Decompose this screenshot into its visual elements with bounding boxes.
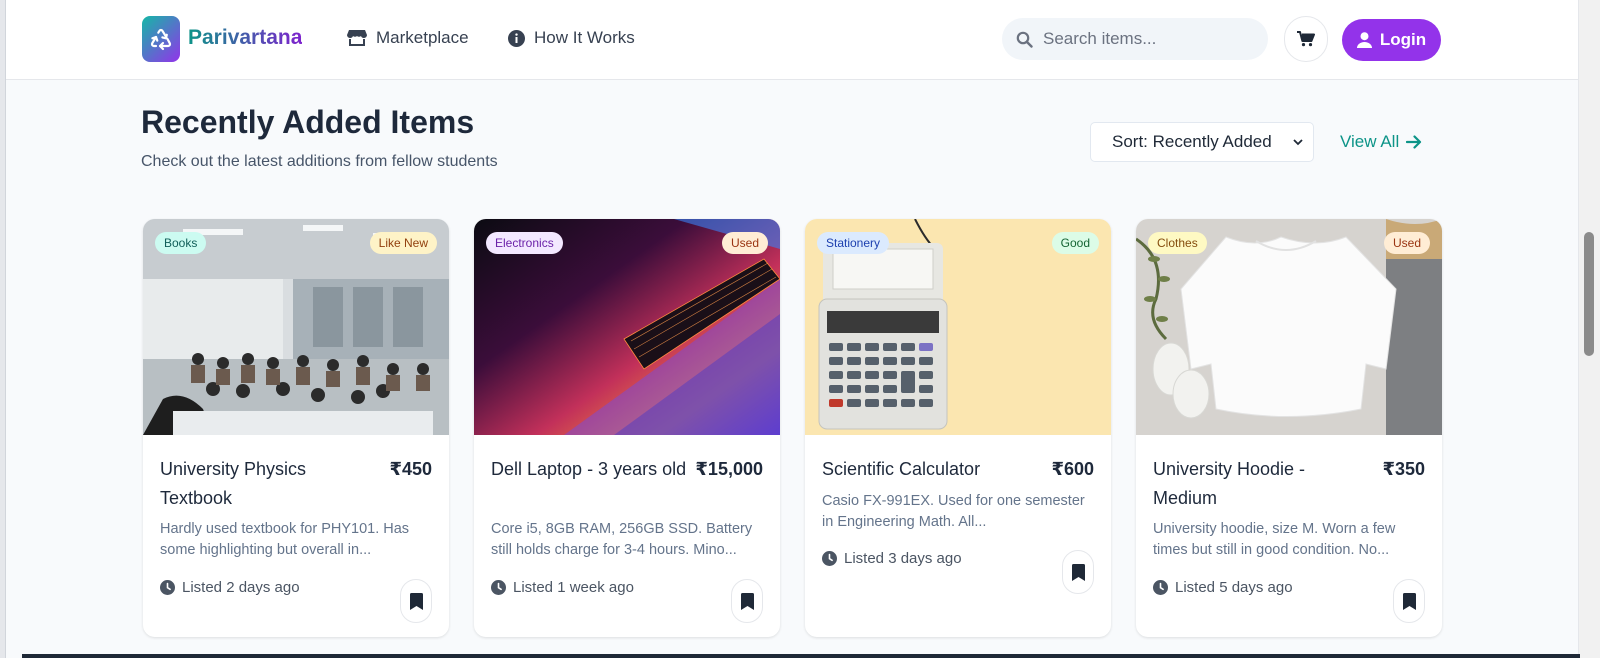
bookmark-button[interactable] bbox=[1062, 550, 1094, 594]
item-price: ₹350 bbox=[1382, 459, 1425, 479]
brand-name[interactable]: Parivartana bbox=[188, 26, 302, 50]
search-icon bbox=[1016, 31, 1033, 48]
item-card[interactable]: Clothes Used University Hoodie - Medium … bbox=[1136, 219, 1442, 637]
search-bar[interactable] bbox=[1002, 18, 1268, 60]
section-title: Recently Added Items bbox=[141, 104, 475, 140]
item-price: ₹15,000 bbox=[695, 459, 763, 479]
clock-icon bbox=[491, 580, 506, 595]
item-card[interactable]: Electronics Used Dell Laptop - 3 years o… bbox=[474, 219, 780, 637]
category-badge: Clothes bbox=[1148, 232, 1207, 254]
item-description: Hardly used textbook for PHY101. Has som… bbox=[160, 521, 410, 558]
recycle-logo-icon[interactable] bbox=[142, 16, 180, 62]
clock-icon bbox=[160, 580, 175, 595]
condition-badge: Like New bbox=[369, 232, 437, 254]
bookmark-button[interactable] bbox=[1393, 579, 1425, 623]
listed-text: Listed 5 days ago bbox=[1175, 579, 1293, 596]
condition-badge: Good bbox=[1051, 232, 1099, 254]
login-button[interactable]: Login bbox=[1342, 19, 1441, 61]
item-title[interactable]: University Physics Textbook bbox=[160, 455, 370, 513]
sort-value: Sort: Recently Added bbox=[1112, 132, 1272, 151]
bookmark-icon bbox=[409, 592, 423, 610]
category-badge: Stationery bbox=[817, 232, 890, 254]
bookmark-icon bbox=[740, 592, 754, 610]
login-label: Login bbox=[1379, 30, 1427, 49]
nav-link-how-it-works[interactable]: How It Works bbox=[508, 28, 635, 48]
condition-badge: Used bbox=[1383, 232, 1430, 254]
listed-time: Listed 2 days ago bbox=[160, 579, 300, 596]
sort-select[interactable]: Sort: Recently Added bbox=[1090, 122, 1314, 162]
listed-time: Listed 1 week ago bbox=[491, 579, 634, 596]
listed-text: Listed 2 days ago bbox=[182, 579, 300, 596]
item-card[interactable]: Books Like New University Physics Textbo… bbox=[143, 219, 449, 637]
view-all-label: View All bbox=[1340, 132, 1400, 151]
window-left-edge bbox=[0, 0, 6, 658]
bookmark-icon bbox=[1071, 563, 1085, 581]
category-badge: Books bbox=[155, 232, 207, 254]
listed-time: Listed 3 days ago bbox=[822, 550, 962, 567]
store-icon bbox=[347, 30, 367, 46]
item-description: Casio FX-991EX. Used for one semester in… bbox=[822, 493, 1085, 530]
item-title[interactable]: Dell Laptop - 3 years old bbox=[491, 455, 701, 484]
cart-icon bbox=[1297, 31, 1315, 47]
item-title[interactable]: Scientific Calculator bbox=[822, 455, 1032, 484]
clock-icon bbox=[1153, 580, 1168, 595]
listed-text: Listed 3 days ago bbox=[844, 550, 962, 567]
info-icon bbox=[508, 29, 525, 47]
listed-time: Listed 5 days ago bbox=[1153, 579, 1293, 596]
category-badge: Electronics bbox=[486, 232, 563, 254]
item-card[interactable]: Stationery Good Scientific Calculator ₹6… bbox=[805, 219, 1111, 637]
bookmark-button[interactable] bbox=[400, 579, 432, 623]
item-price: ₹600 bbox=[1051, 459, 1094, 479]
top-navbar: Parivartana Marketplace How It Works Log… bbox=[6, 0, 1578, 80]
listed-text: Listed 1 week ago bbox=[513, 579, 634, 596]
item-description: Core i5, 8GB RAM, 256GB SSD. Battery sti… bbox=[491, 521, 753, 558]
page-scrollbar[interactable] bbox=[1578, 0, 1600, 658]
condition-badge: Used bbox=[721, 232, 768, 254]
nav-link-label: Marketplace bbox=[376, 28, 469, 47]
search-input[interactable] bbox=[1043, 29, 1243, 49]
scrollbar-thumb[interactable] bbox=[1584, 232, 1594, 356]
footer-edge bbox=[22, 654, 1580, 658]
cart-button[interactable] bbox=[1284, 16, 1328, 62]
item-title[interactable]: University Hoodie - Medium bbox=[1153, 455, 1363, 513]
chevron-down-icon bbox=[1293, 138, 1303, 145]
item-description: University hoodie, size M. Worn a few ti… bbox=[1153, 521, 1396, 558]
bookmark-icon bbox=[1402, 592, 1416, 610]
nav-link-marketplace[interactable]: Marketplace bbox=[347, 28, 469, 48]
section-subtitle: Check out the latest additions from fell… bbox=[141, 153, 498, 170]
user-icon bbox=[1356, 32, 1372, 48]
nav-link-label: How It Works bbox=[534, 28, 635, 47]
clock-icon bbox=[822, 551, 837, 566]
arrow-right-icon bbox=[1406, 135, 1422, 149]
bookmark-button[interactable] bbox=[731, 579, 763, 623]
item-price: ₹450 bbox=[389, 459, 432, 479]
view-all-link[interactable]: View All bbox=[1340, 132, 1422, 152]
